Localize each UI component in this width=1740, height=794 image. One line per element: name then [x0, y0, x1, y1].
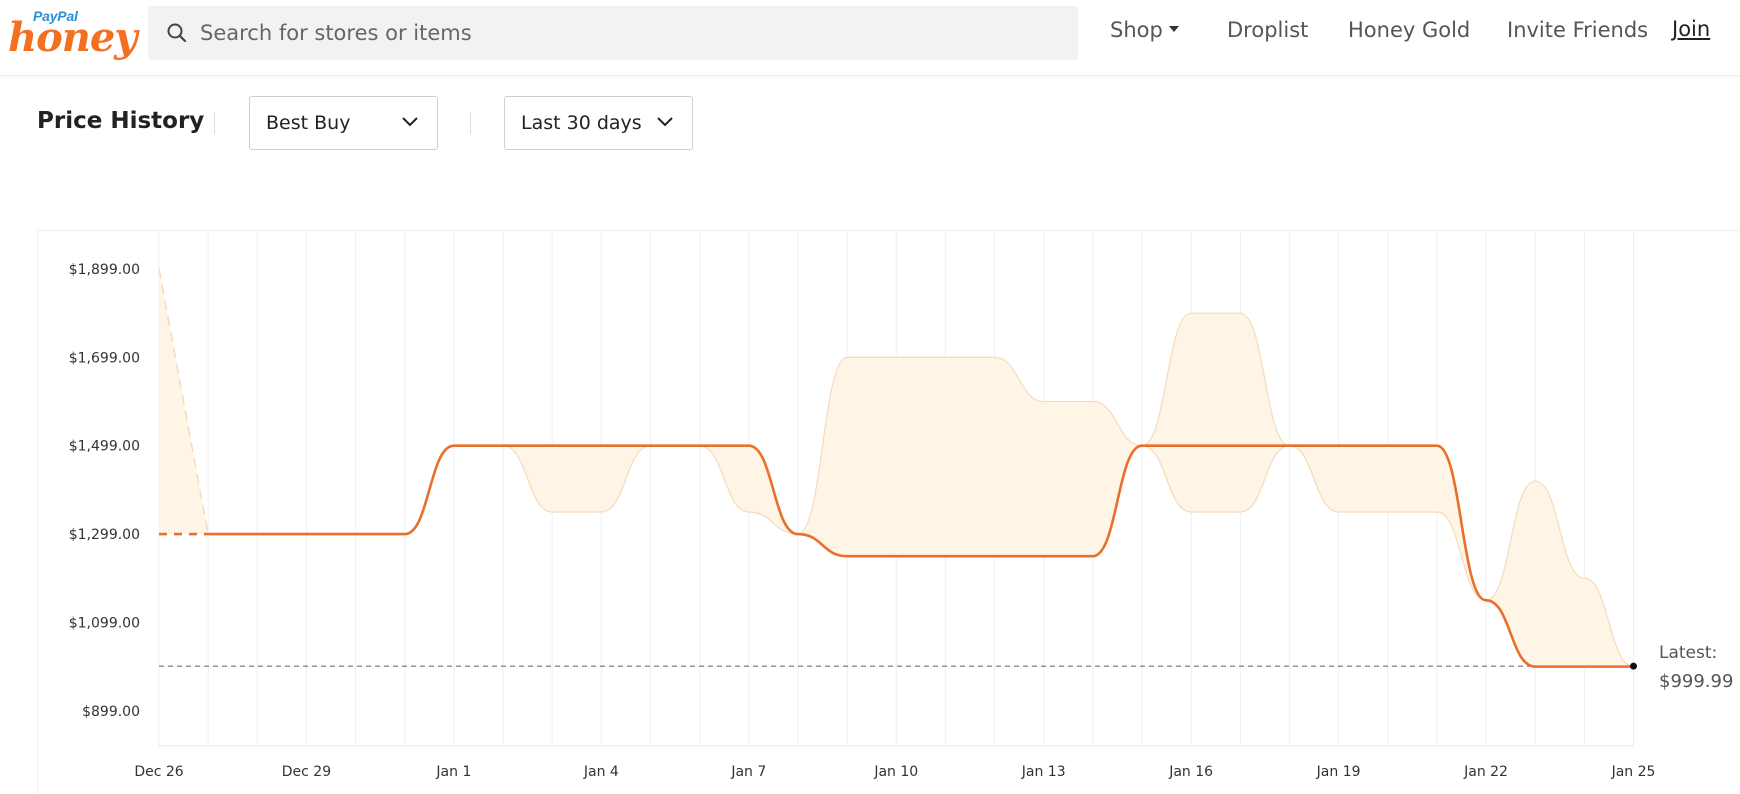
price-history-chart: $1,899.00 $1,699.00 $1,499.00 $1,299.00 $1,0… [37, 230, 1740, 794]
x-tick-label: Jan 13 [1021, 764, 1066, 780]
y-tick-label: $1,299.00 [69, 527, 140, 543]
nav-honey-gold[interactable]: Honey Gold [1348, 18, 1470, 42]
x-tick-label: Jan 7 [730, 764, 766, 780]
price-chart-svg: $1,899.00 $1,699.00 $1,499.00 $1,299.00 $1,0… [69, 231, 1733, 780]
x-tick-label: Jan 10 [873, 764, 918, 780]
search-icon [167, 23, 187, 43]
join-link[interactable]: Join [1672, 17, 1710, 41]
y-tick-label: $1,699.00 [69, 350, 140, 366]
latest-price-point [1630, 662, 1637, 670]
divider [470, 112, 471, 134]
x-tick-label: Jan 25 [1611, 764, 1656, 780]
divider [214, 112, 215, 134]
price-range-band [208, 312, 1634, 668]
range-select-value: Last 30 days [521, 112, 642, 134]
nav-invite-friends[interactable]: Invite Friends [1507, 18, 1648, 42]
honey-wordmark: honey [8, 14, 138, 61]
chevron-down-icon [657, 117, 673, 127]
nav-shop[interactable]: Shop [1110, 18, 1179, 42]
nav-droplist[interactable]: Droplist [1227, 18, 1308, 42]
x-tick-label: Jan 1 [435, 764, 471, 780]
latest-value: $999.99 [1659, 671, 1733, 692]
latest-label: Latest: [1659, 643, 1717, 663]
top-bar: PayPal honey Shop Droplist Honey Gold In… [0, 0, 1740, 76]
x-tick-label: Dec 29 [282, 764, 331, 780]
store-select[interactable]: Best Buy [249, 96, 438, 150]
y-tick-label: $1,099.00 [69, 615, 140, 631]
range-select[interactable]: Last 30 days [504, 96, 693, 150]
x-tick-label: Jan 4 [583, 764, 619, 780]
y-tick-label: $1,899.00 [69, 262, 140, 278]
price-history-title: Price History [37, 108, 205, 134]
caret-down-icon [1168, 26, 1179, 32]
chevron-down-icon [402, 117, 418, 127]
paypal-honey-logo[interactable]: PayPal honey [6, 6, 138, 61]
x-tick-label: Dec 26 [134, 764, 183, 780]
store-select-value: Best Buy [266, 112, 351, 134]
y-tick-label: $899.00 [82, 704, 140, 720]
x-tick-label: Jan 16 [1168, 764, 1213, 780]
x-tick-label: Jan 19 [1316, 764, 1361, 780]
y-tick-label: $1,499.00 [69, 439, 140, 455]
x-tick-label: Jan 22 [1463, 764, 1508, 780]
search-input[interactable] [200, 21, 1040, 45]
nav-shop-label: Shop [1110, 18, 1163, 42]
search-bar[interactable] [148, 6, 1078, 60]
